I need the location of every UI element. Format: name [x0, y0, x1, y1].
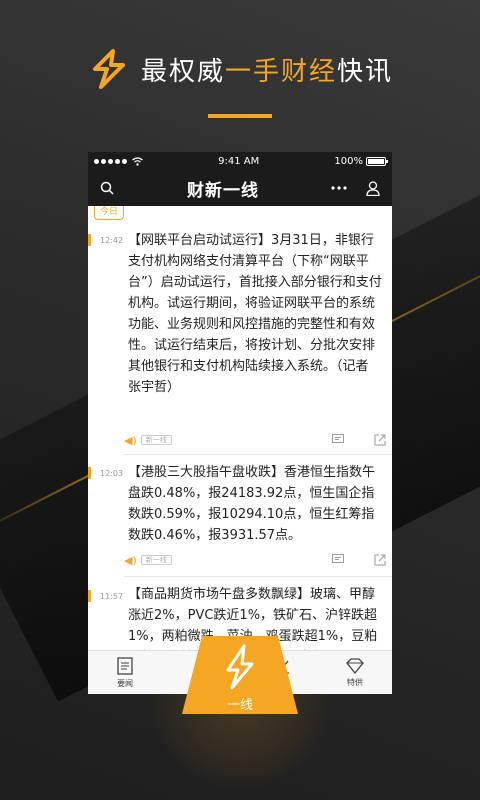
- battery-indicator: 100%: [334, 155, 388, 167]
- status-time: 9:41 AM: [218, 155, 260, 167]
- item-tag: 新一线: [140, 435, 172, 445]
- diamond-icon: [346, 657, 364, 674]
- divider: [124, 576, 392, 577]
- app-title: 财新一线: [187, 180, 259, 201]
- divider: [124, 454, 392, 455]
- hero-underline: [208, 114, 272, 118]
- item-text: 【港股三大股指午盘收跌】香港恒生指数午盘跌0.48%，报24183.92点，恒生…: [128, 465, 376, 543]
- comment-icon[interactable]: [332, 554, 344, 565]
- tab-label: 一线: [226, 698, 253, 713]
- status-bar: 9:41 AM 100%: [88, 152, 392, 170]
- profile-button[interactable]: [364, 179, 382, 197]
- tab-special[interactable]: 特供: [318, 651, 392, 694]
- app-bar: 财新一线: [88, 170, 392, 206]
- search-icon: [100, 181, 114, 195]
- tab-label: 特供: [346, 677, 363, 687]
- search-button[interactable]: [98, 179, 116, 197]
- hero-header: 最权威一手财经快讯: [0, 44, 480, 94]
- user-icon: [366, 180, 380, 196]
- item-time: 12:42: [100, 236, 124, 245]
- item-tag: 新一线: [140, 555, 172, 565]
- phone-screen: 9:41 AM 100% 财新一线 今日 12:42 【网联平台启动试运行】3月…: [88, 152, 392, 694]
- speaker-icon[interactable]: ◀): [124, 434, 137, 447]
- item-time: 12:03: [100, 469, 124, 478]
- more-icon: [331, 186, 347, 190]
- tab-label: 要闻: [117, 678, 134, 688]
- item-time: 11:57: [100, 592, 124, 601]
- item-marker: [88, 467, 91, 479]
- item-text: 【网联平台启动试运行】3月31日，非银行支付机构网络支付清算平台（下称“网联平台…: [128, 233, 382, 395]
- news-feed: 今日 12:42 【网联平台启动试运行】3月31日，非银行支付机构网络支付清算平…: [88, 206, 392, 650]
- item-marker: [88, 590, 91, 602]
- more-button[interactable]: [330, 179, 348, 197]
- today-tag: 今日: [94, 206, 125, 220]
- battery-percent: 100%: [334, 155, 363, 167]
- document-icon: [117, 656, 133, 675]
- item-marker: [88, 234, 91, 246]
- speaker-icon[interactable]: ◀): [124, 554, 137, 567]
- hero-title: 最权威一手财经快讯: [140, 56, 394, 87]
- bolt-icon: [92, 49, 125, 89]
- signal-icon: [94, 156, 143, 166]
- tab-news[interactable]: 要闻: [88, 651, 162, 694]
- battery-icon: [365, 156, 388, 166]
- share-icon[interactable]: [374, 434, 386, 446]
- wifi-icon: [132, 156, 143, 166]
- share-icon[interactable]: [374, 554, 386, 566]
- comment-icon[interactable]: [332, 434, 344, 445]
